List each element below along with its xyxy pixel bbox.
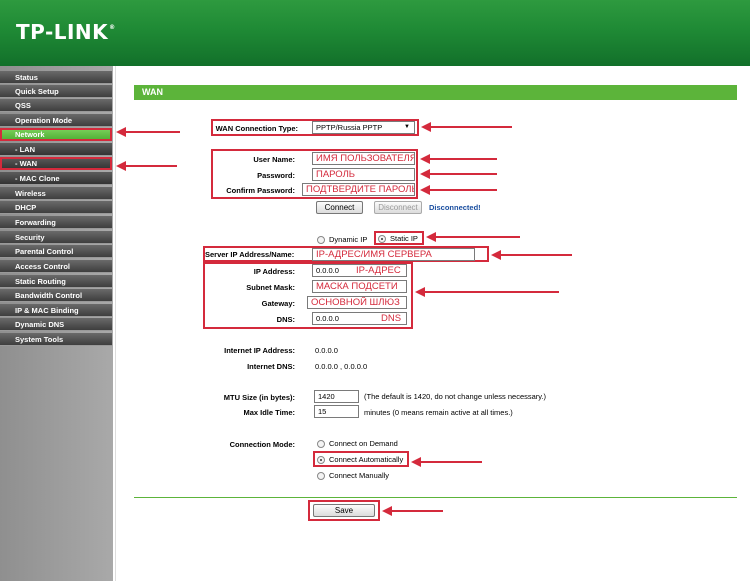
connection-status: Disconnected!: [429, 203, 481, 212]
sidebar-item-security[interactable]: Security: [0, 231, 112, 244]
mtu-label: MTU Size (in bytes):: [223, 393, 295, 402]
ip-address-value: 0.0.0.0: [316, 266, 339, 275]
sidebar-item-operation-mode[interactable]: Operation Mode: [0, 114, 112, 127]
annotation-arrow-static-ip: [435, 236, 520, 238]
sidebar-item-status[interactable]: Status: [0, 71, 112, 84]
annotation-arrowhead-server: [491, 250, 501, 260]
sidebar-item-system-tools[interactable]: System Tools: [0, 333, 112, 346]
sidebar-item-wireless[interactable]: Wireless: [0, 187, 112, 200]
username-field[interactable]: ИМЯ ПОЛЬЗОВАТЕЛЯ: [312, 152, 415, 165]
server-label: Server IP Address/Name:: [205, 250, 295, 259]
annotation-arrowhead-wan-type: [421, 122, 431, 132]
annotation-arrowhead-save: [382, 506, 392, 516]
logo-text: TP-LINK: [16, 20, 109, 44]
idle-time-field[interactable]: 15: [314, 405, 359, 418]
sidebar-item-wan[interactable]: - WAN: [0, 157, 112, 170]
sidebar-item-forwarding[interactable]: Forwarding: [0, 216, 112, 229]
annotation-arrow-server: [500, 254, 572, 256]
annotation-arrowhead-static-ip: [426, 232, 436, 242]
save-button[interactable]: Save: [313, 504, 375, 517]
dynamic-ip-label: Dynamic IP: [329, 235, 368, 244]
annotation-arrow-network: [125, 131, 180, 133]
password-label: Password:: [257, 171, 295, 180]
internet-dns-value: 0.0.0.0 , 0.0.0.0: [315, 362, 368, 371]
connect-automatically-label: Connect Automatically: [329, 455, 404, 464]
idle-time-label: Max Idle Time:: [243, 408, 295, 417]
wan-type-select[interactable]: PPTP/Russia PPTP ▼: [312, 121, 415, 134]
mtu-field[interactable]: 1420: [314, 390, 359, 403]
annotation-arrow-wan: [125, 165, 177, 167]
dns-label: DNS:: [276, 315, 295, 324]
logo-registered-mark: ®: [109, 24, 116, 31]
sidebar-item-static-routing[interactable]: Static Routing: [0, 275, 112, 288]
tp-link-logo: TP-LINK®: [16, 20, 116, 44]
gateway-label: Gateway:: [261, 299, 295, 308]
connect-on-demand-radio[interactable]: [317, 440, 325, 448]
internet-ip-value: 0.0.0.0: [315, 346, 338, 355]
internet-ip-label: Internet IP Address:: [224, 346, 295, 355]
page-title: WAN: [134, 85, 737, 100]
subnet-mask-field[interactable]: МАСКА ПОДСЕТИ: [312, 280, 407, 293]
header-banner: TP-LINK®: [0, 0, 750, 66]
sidebar-item-qss[interactable]: QSS: [0, 99, 112, 112]
annotation-arrow-wan-type: [430, 126, 512, 128]
confirm-password-field[interactable]: ПОДТВЕРДИТЕ ПАРОЛЬ: [302, 183, 415, 196]
annotation-arrowhead-wan: [116, 161, 126, 171]
annotation-arrow-confirm: [429, 189, 497, 191]
connection-mode-label: Connection Mode:: [229, 440, 295, 449]
dns-note: DNS: [381, 313, 402, 324]
ip-address-label: IP Address:: [253, 267, 295, 276]
password-field[interactable]: ПАРОЛЬ: [312, 168, 415, 181]
connect-manually-radio[interactable]: [317, 472, 325, 480]
gateway-field[interactable]: ОСНОВНОЙ ШЛЮЗ: [307, 296, 407, 309]
static-ip-label: Static IP: [390, 234, 418, 243]
annotation-arrowhead-network: [116, 127, 126, 137]
subnet-mask-label: Subnet Mask:: [246, 283, 295, 292]
sidebar-item-dynamic-dns[interactable]: Dynamic DNS: [0, 318, 112, 331]
dns-field[interactable]: 0.0.0.0 DNS: [312, 312, 407, 325]
connect-manually-label: Connect Manually: [329, 471, 390, 480]
confirm-password-label: Confirm Password:: [226, 186, 295, 195]
wan-type-value: PPTP/Russia PPTP: [316, 123, 383, 132]
annotation-arrow-save: [391, 510, 443, 512]
sidebar-item-mac-clone[interactable]: - MAC Clone: [0, 172, 112, 185]
sidebar-item-parental-control[interactable]: Parental Control: [0, 245, 112, 258]
disconnect-button[interactable]: Disconnect: [374, 201, 422, 214]
chevron-down-icon: ▼: [404, 124, 410, 130]
wan-type-label: WAN Connection Type:: [215, 124, 298, 133]
annotation-arrowhead-connect-auto: [411, 457, 421, 467]
connect-on-demand-label: Connect on Demand: [329, 439, 398, 448]
server-field[interactable]: IP-АДРЕС/ИМЯ СЕРВЕРА: [312, 248, 475, 261]
sidebar-item-bandwidth-control[interactable]: Bandwidth Control: [0, 289, 112, 302]
annotation-arrowhead-password: [420, 169, 430, 179]
annotation-arrow-username: [429, 158, 497, 160]
annotation-arrow-password: [429, 173, 497, 175]
internet-dns-label: Internet DNS:: [247, 362, 295, 371]
dns-value: 0.0.0.0: [316, 314, 339, 323]
section-divider: [134, 497, 737, 498]
annotation-arrow-static-settings: [424, 291, 559, 293]
ip-address-field[interactable]: 0.0.0.0 IP-АДРЕС: [312, 264, 407, 277]
dynamic-ip-radio[interactable]: [317, 236, 325, 244]
connect-button[interactable]: Connect: [316, 201, 363, 214]
connect-automatically-radio[interactable]: [317, 456, 325, 464]
sidebar-item-quick-setup[interactable]: Quick Setup: [0, 85, 112, 98]
sidebar-item-network[interactable]: Network: [0, 128, 112, 141]
mtu-hint: (The default is 1420, do not change unle…: [364, 392, 547, 401]
sidebar-item-ip-mac-binding[interactable]: IP & MAC Binding: [0, 304, 112, 317]
sidebar-item-access-control[interactable]: Access Control: [0, 260, 112, 273]
annotation-arrow-connect-auto: [420, 461, 482, 463]
sidebar-item-lan[interactable]: - LAN: [0, 143, 112, 156]
annotation-arrowhead-static-settings: [415, 287, 425, 297]
ip-address-note: IP-АДРЕС: [356, 265, 401, 276]
sidebar-item-dhcp[interactable]: DHCP: [0, 201, 112, 214]
annotation-arrowhead-confirm: [420, 185, 430, 195]
static-ip-radio[interactable]: [378, 235, 386, 243]
annotation-arrowhead-username: [420, 154, 430, 164]
idle-time-hint: minutes (0 means remain active at all ti…: [364, 408, 513, 417]
username-label: User Name:: [253, 155, 295, 164]
